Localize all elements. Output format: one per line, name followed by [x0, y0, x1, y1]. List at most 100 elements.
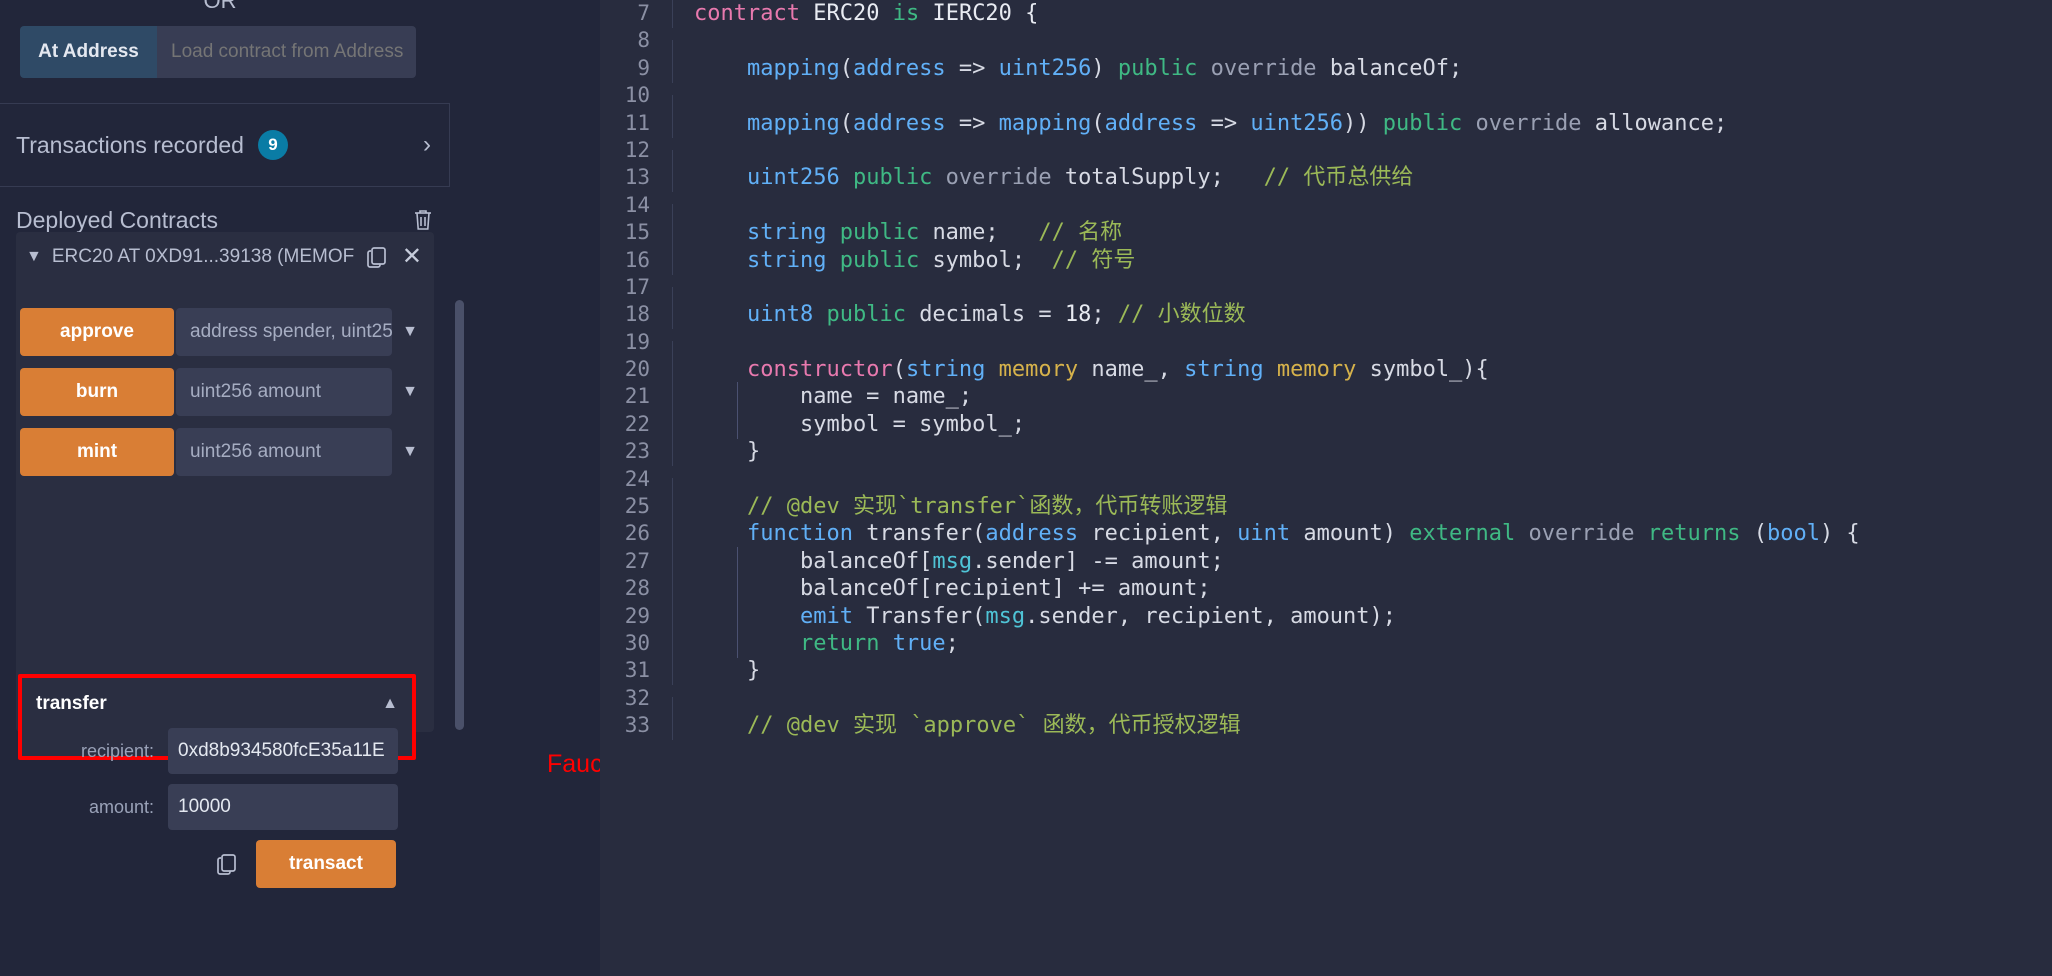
- recipient-label: recipient:: [80, 740, 154, 761]
- burn-button[interactable]: burn: [20, 368, 174, 416]
- code-line: 21 name = name_;: [600, 382, 2052, 412]
- line-number: 29: [624, 603, 650, 628]
- code-token: totalSupply;: [1064, 165, 1264, 191]
- code-token: mapping: [746, 110, 840, 136]
- code-token: balanceOf[: [694, 548, 933, 574]
- code-line: 24: [600, 466, 2052, 508]
- code-token: (: [839, 55, 853, 81]
- transact-button[interactable]: transact: [256, 840, 396, 888]
- code-token: // @dev 实现`transfer`函数，代币转账逻辑: [746, 494, 1228, 520]
- code-line: 19: [600, 329, 2052, 371]
- code-line-text: balanceOf[msg.sender] -= amount;: [672, 546, 1224, 577]
- code-token: override: [1528, 521, 1648, 547]
- code-token: =>: [945, 110, 999, 136]
- line-number: 25: [624, 494, 650, 519]
- mint-button[interactable]: mint: [20, 428, 174, 476]
- code-token: }: [694, 658, 761, 684]
- line-number: 24: [624, 466, 650, 491]
- code-token: ;: [945, 630, 959, 656]
- line-number: 21: [624, 384, 650, 409]
- code-line: 33 // @dev 实现 `approve` 函数，代币授权逻辑: [600, 711, 2052, 741]
- code-line: 12: [600, 137, 2052, 179]
- burn-args-input[interactable]: uint256 amount: [176, 368, 392, 416]
- at-address-input[interactable]: [157, 26, 416, 78]
- code-token: address: [1104, 110, 1198, 136]
- code-token: name = name_;: [694, 384, 973, 410]
- code-editor[interactable]: 7 contract ERC20 is IERC20 {8 9 mapping(ad…: [600, 0, 2052, 976]
- panel-gutter: [470, 0, 600, 976]
- amount-input[interactable]: 10000: [168, 784, 398, 830]
- chevron-down-icon[interactable]: ▼: [26, 248, 42, 266]
- code-token: address: [852, 110, 946, 136]
- copy-icon[interactable]: [214, 851, 240, 877]
- code-line: 18 uint8 public decimals = 18; // 小数位数: [600, 300, 2052, 330]
- code-line: 17: [600, 274, 2052, 316]
- line-number: 17: [624, 274, 650, 299]
- code-token: ERC20: [813, 1, 893, 26]
- line-number: 31: [624, 658, 650, 683]
- code-token: public: [839, 247, 933, 273]
- code-token: msg: [932, 548, 973, 574]
- panel-scrollbar-thumb[interactable]: [455, 300, 464, 730]
- recipient-input[interactable]: 0xd8b934580fcE35a11E: [168, 728, 398, 774]
- line-number: 10: [624, 83, 650, 108]
- transactions-recorded-row[interactable]: Transactions recorded 9 ›: [0, 103, 450, 187]
- transfer-panel-header[interactable]: transfer ▲: [36, 690, 398, 718]
- code-token: uint256: [746, 165, 840, 191]
- code-line-text: uint8 public decimals = 18; // 小数位数: [672, 300, 1246, 330]
- function-row: mint uint256 amount ▼: [20, 428, 428, 476]
- code-token: external: [1409, 521, 1529, 547]
- code-token: constructor: [746, 357, 893, 383]
- indent-guide: [737, 546, 738, 576]
- code-line-text: emit Transfer(msg.sender, recipient, amo…: [672, 601, 1397, 632]
- code-token: address: [852, 55, 946, 81]
- indent-guide: [737, 628, 738, 658]
- code-token: contract: [694, 1, 814, 26]
- close-icon[interactable]: ✕: [402, 245, 422, 269]
- line-number: 13: [624, 165, 650, 190]
- code-line: 29 emit Transfer(msg.sender, recipient, …: [600, 601, 2052, 632]
- copy-icon[interactable]: [364, 244, 390, 270]
- code-token: uint: [1237, 521, 1291, 547]
- code-token: balanceOf;: [1329, 55, 1463, 81]
- mint-args-input[interactable]: uint256 amount: [176, 428, 392, 476]
- code-token: }: [694, 439, 761, 465]
- line-number: 30: [624, 630, 650, 655]
- line-number: 11: [624, 110, 650, 135]
- line-number: 32: [624, 685, 650, 710]
- deployed-contract-card: ▼ ERC20 AT 0XD91...39138 (MEMOF ✕ approv…: [16, 232, 434, 732]
- line-number: 26: [624, 521, 650, 546]
- transactions-recorded-label: Transactions recorded: [16, 131, 244, 158]
- at-address-button[interactable]: At Address: [20, 26, 157, 78]
- chevron-right-icon[interactable]: ›: [423, 133, 431, 157]
- code-token: (: [1091, 110, 1105, 136]
- approve-args-input[interactable]: address spender, uint256 amount: [176, 308, 392, 356]
- code-token: mapping: [998, 110, 1092, 136]
- chevron-down-icon[interactable]: ▼: [392, 323, 428, 341]
- code-line: 22 symbol = symbol_;: [600, 409, 2052, 440]
- code-token: uint256: [1250, 110, 1344, 136]
- code-line-text: mapping(address => mapping(address => ui…: [672, 108, 1727, 138]
- code-token: name;: [932, 220, 1039, 246]
- code-line-text: return true;: [672, 628, 959, 659]
- code-line-text: string public symbol; // 符号: [672, 245, 1135, 275]
- code-line-text: mapping(address => uint256) public overr…: [672, 53, 1463, 84]
- code-token: msg: [985, 603, 1026, 629]
- chevron-up-icon[interactable]: ▲: [382, 695, 398, 713]
- code-token: .sender, recipient, amount);: [1025, 603, 1397, 629]
- at-address-row: At Address: [20, 26, 416, 78]
- code-line: 31 }: [600, 656, 2052, 686]
- chevron-down-icon[interactable]: ▼: [392, 443, 428, 461]
- code-token: decimals =: [919, 302, 1065, 328]
- contract-card-header[interactable]: ▼ ERC20 AT 0XD91...39138 (MEMOF ✕: [16, 232, 434, 282]
- chevron-down-icon[interactable]: ▼: [392, 383, 428, 401]
- approve-button[interactable]: approve: [20, 308, 174, 356]
- trash-icon[interactable]: [412, 208, 434, 232]
